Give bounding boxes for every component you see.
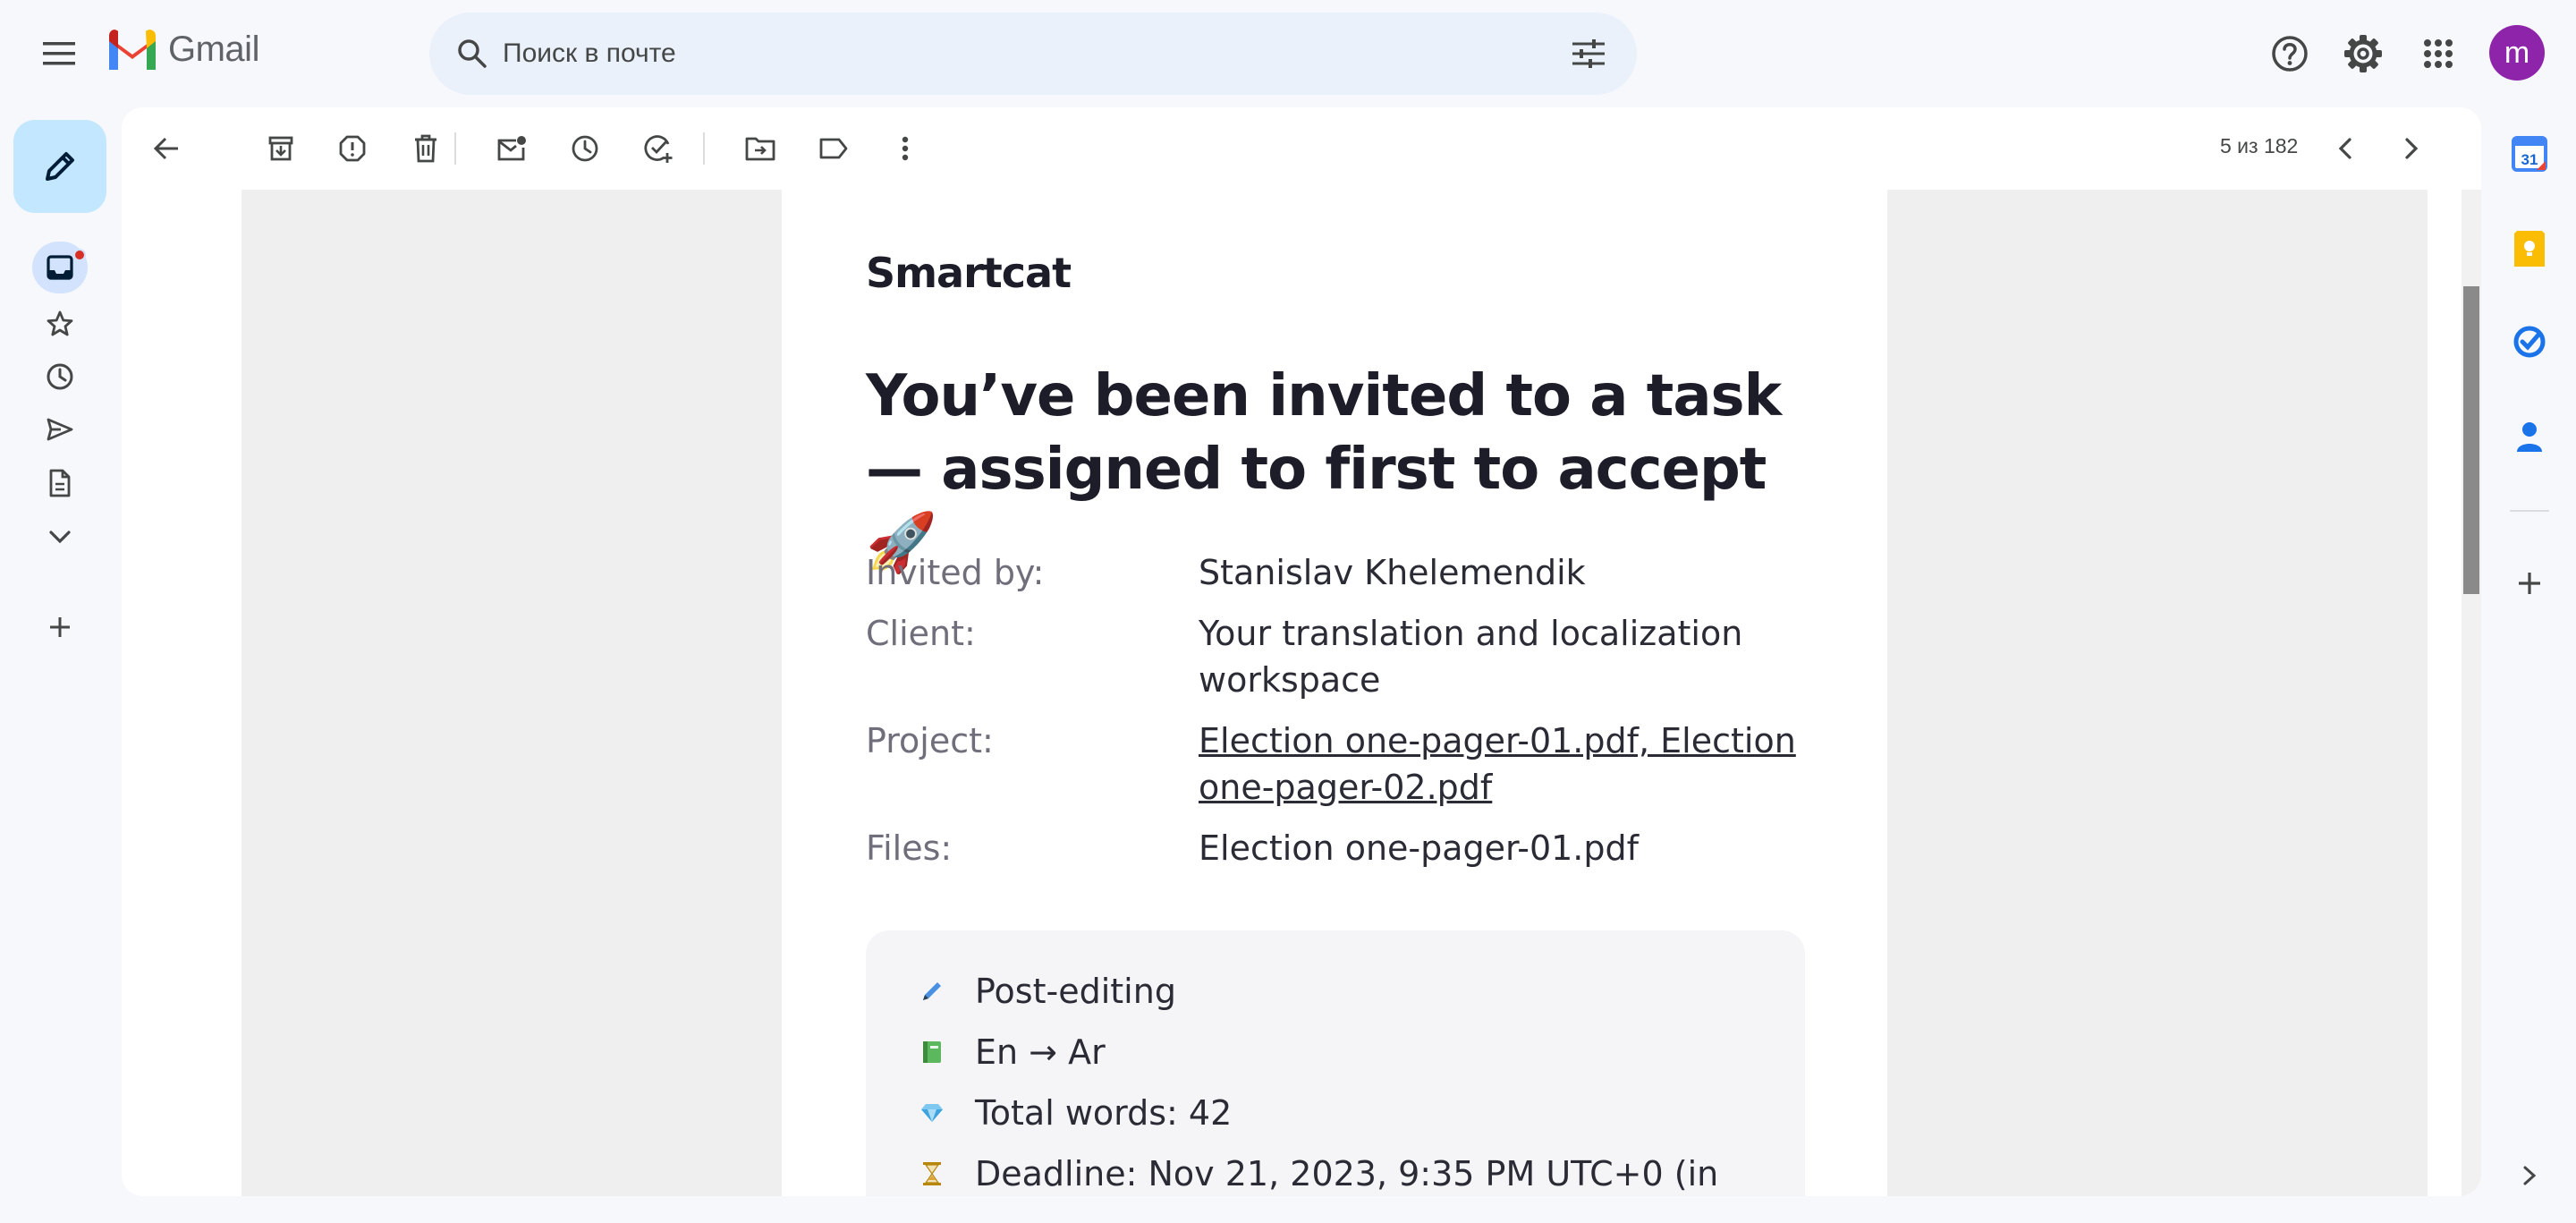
- archive-icon[interactable]: [259, 127, 302, 170]
- language-pair: En → Ar: [975, 1032, 1106, 1072]
- pen-icon: [919, 979, 945, 1004]
- project-link[interactable]: Election one-pager-01.pdf, Election one-…: [1199, 721, 1796, 807]
- search-input[interactable]: [503, 30, 1487, 77]
- pager-count: 5 из 182: [2220, 134, 2299, 157]
- older-chevron-right-icon[interactable]: [2390, 127, 2433, 170]
- apps-grid-icon[interactable]: [2413, 29, 2463, 79]
- help-icon[interactable]: [2265, 29, 2315, 79]
- search-bar[interactable]: [429, 13, 1637, 95]
- calendar-icon[interactable]: 31: [2504, 129, 2555, 179]
- message-view: 5 из 182 Smartcat You’ve been invited to…: [122, 107, 2481, 1196]
- report-spam-icon[interactable]: [331, 127, 374, 170]
- toolbar-divider: [703, 132, 705, 165]
- project-value: Election one-pager-01.pdf, Election one-…: [1199, 718, 1816, 811]
- pencil-icon: [46, 152, 74, 181]
- scrollbar-thumb[interactable]: [2463, 286, 2479, 594]
- task-row: En → Ar: [919, 1032, 1106, 1072]
- newer-chevron-left-icon[interactable]: [2324, 127, 2367, 170]
- detail-label: Invited by:: [866, 553, 1045, 592]
- keep-icon[interactable]: [2504, 224, 2555, 274]
- main-menu-icon[interactable]: [32, 32, 86, 75]
- more-chevron-down-icon[interactable]: [32, 511, 88, 563]
- account-avatar[interactable]: m: [2489, 25, 2545, 81]
- message-body: Smartcat You’ve been invited to a task —…: [122, 190, 2481, 1196]
- message-toolbar: 5 из 182: [122, 107, 2481, 190]
- contacts-icon[interactable]: [2504, 412, 2555, 462]
- compose-button[interactable]: [13, 120, 106, 213]
- more-options-vertical-icon[interactable]: [884, 127, 927, 170]
- gmail-logo[interactable]: Gmail: [106, 29, 259, 70]
- show-side-panel-chevron-right-icon[interactable]: [2504, 1151, 2555, 1201]
- client-value: Your translation and localization worksp…: [1199, 614, 1743, 700]
- task-row: Post-editing: [919, 972, 1176, 1011]
- starred-star-icon[interactable]: [32, 298, 88, 350]
- svg-text:31: 31: [2521, 151, 2538, 168]
- hourglass-icon: [919, 1161, 945, 1186]
- brand-logo: Smartcat: [866, 249, 1072, 297]
- detail-label: Client:: [866, 614, 976, 653]
- search-icon[interactable]: [447, 29, 497, 79]
- new-label-plus-icon[interactable]: [32, 601, 88, 653]
- files-value: Election one-pager-01.pdf: [1199, 828, 1639, 868]
- email-card: Smartcat You’ve been invited to a task —…: [782, 190, 1887, 1196]
- gmail-m-icon: [109, 30, 156, 70]
- inbox-icon[interactable]: [32, 242, 88, 293]
- mark-unread-mail-icon[interactable]: [490, 127, 533, 170]
- move-to-folder-icon[interactable]: [739, 127, 782, 170]
- task-row: Deadline: Nov 21, 2023, 9:35 PM UTC+0 (i…: [919, 1154, 1718, 1193]
- task-type: Post-editing: [975, 972, 1176, 1011]
- search-options-icon[interactable]: [1565, 30, 1612, 77]
- book-icon: [919, 1040, 945, 1065]
- tasks-icon[interactable]: [2504, 317, 2555, 367]
- invited-by-value: Stanislav Khelemendik: [1199, 553, 1586, 592]
- task-summary: Post-editing En → Ar Total words: 42 Dea…: [866, 930, 1805, 1196]
- email-headline: You’ve been invited to a task — assigned…: [866, 363, 1782, 576]
- deadline: Deadline: Nov 21, 2023, 9:35 PM UTC+0 (i…: [975, 1154, 1719, 1193]
- sent-send-icon[interactable]: [32, 403, 88, 455]
- total-words: Total words: 42: [975, 1093, 1233, 1133]
- addon-divider: [2510, 510, 2549, 512]
- app-name: Gmail: [168, 29, 259, 69]
- back-arrow-icon[interactable]: [145, 127, 188, 170]
- gem-icon: [919, 1100, 945, 1125]
- snooze-clock-icon[interactable]: [564, 127, 606, 170]
- add-to-tasks-icon[interactable]: [637, 127, 680, 170]
- top-bar: Gmail m: [0, 0, 2576, 107]
- delete-trash-icon[interactable]: [404, 127, 447, 170]
- snoozed-clock-icon[interactable]: [32, 351, 88, 403]
- toolbar-divider: [454, 132, 456, 165]
- label-tag-icon[interactable]: [812, 127, 855, 170]
- drafts-file-icon[interactable]: [32, 457, 88, 509]
- settings-gear-icon[interactable]: [2338, 29, 2388, 79]
- task-row: Total words: 42: [919, 1093, 1232, 1133]
- get-addons-plus-icon[interactable]: [2504, 558, 2555, 608]
- detail-label: Project:: [866, 721, 994, 760]
- unread-dot: [73, 249, 86, 261]
- detail-label: Files:: [866, 828, 953, 868]
